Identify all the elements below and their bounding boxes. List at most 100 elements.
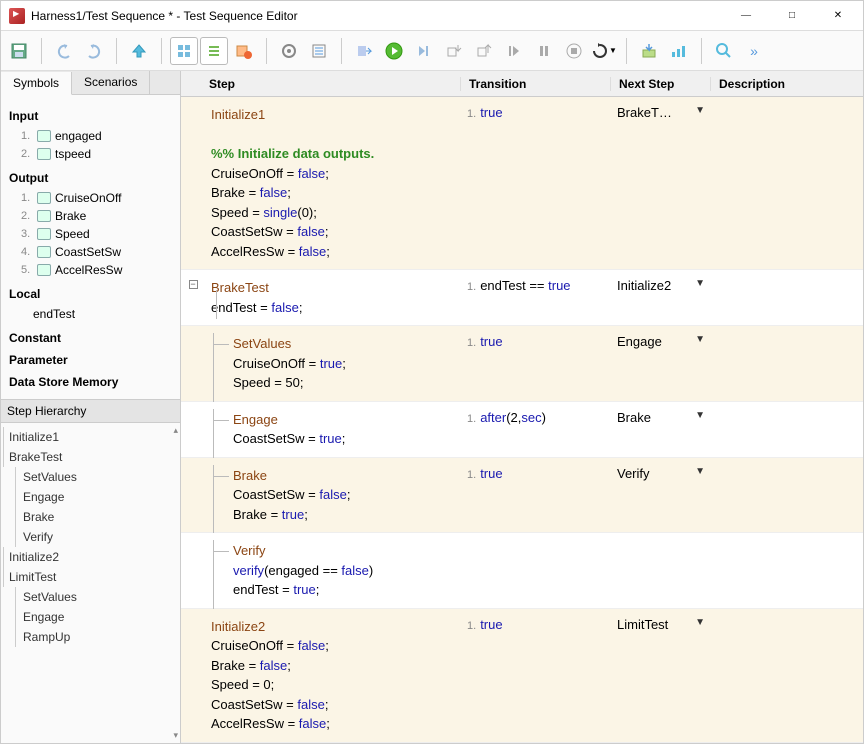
view-list-button[interactable]: [200, 37, 228, 65]
chevron-down-icon[interactable]: ▼: [695, 466, 705, 477]
step-row-setvalues[interactable]: SetValues CruiseOnOff = true; Speed = 50…: [181, 326, 863, 402]
hier-item[interactable]: Engage: [1, 607, 180, 627]
hier-item[interactable]: SetValues: [1, 587, 180, 607]
step-code[interactable]: Initialize2 CruiseOnOff = false; Brake =…: [205, 615, 461, 736]
col-step[interactable]: Step: [181, 77, 461, 91]
chevron-down-icon[interactable]: ▼: [695, 334, 705, 345]
left-tabs: Symbols Scenarios: [1, 71, 180, 95]
more-button[interactable]: »: [740, 37, 768, 65]
hier-item[interactable]: LimitTest: [1, 567, 180, 587]
run-button[interactable]: [380, 37, 408, 65]
continue-button[interactable]: [500, 37, 528, 65]
step-code[interactable]: Engage CoastSetSw = true;: [205, 408, 461, 451]
build-button[interactable]: [350, 37, 378, 65]
step-row-initialize1[interactable]: Initialize1 %% Initialize data outputs. …: [181, 97, 863, 270]
next-step-cell[interactable]: BrakeT…▼: [611, 103, 711, 263]
assessment-button[interactable]: [230, 37, 258, 65]
step-code[interactable]: BrakeTest endTest = false;: [205, 276, 461, 319]
left-panel: Symbols Scenarios Input 1.engaged 2.tspe…: [1, 71, 181, 743]
hier-item[interactable]: RampUp: [1, 627, 180, 647]
pause-button[interactable]: [530, 37, 558, 65]
tab-scenarios[interactable]: Scenarios: [72, 71, 150, 94]
tab-symbols[interactable]: Symbols: [1, 72, 72, 95]
symbols-panel: Input 1.engaged 2.tspeed Output 1.Cruise…: [1, 95, 180, 399]
step-code[interactable]: Verify verify(engaged == false) endTest …: [205, 539, 461, 602]
minimize-button[interactable]: —: [723, 1, 769, 31]
step-in-button[interactable]: [440, 37, 468, 65]
fast-restart-button[interactable]: ▼: [590, 37, 618, 65]
next-step-cell[interactable]: LimitTest▼: [611, 615, 711, 736]
output-item[interactable]: 5.AccelResSw: [9, 261, 172, 279]
chevron-down-icon[interactable]: ▼: [695, 278, 705, 289]
maximize-button[interactable]: □: [769, 1, 815, 31]
collapse-icon[interactable]: −: [189, 280, 198, 289]
window-title: Harness1/Test Sequence * - Test Sequence…: [31, 9, 723, 23]
next-step-cell[interactable]: Engage▼: [611, 332, 711, 395]
transition-cell[interactable]: 1.true: [461, 332, 611, 395]
step-out-button[interactable]: [470, 37, 498, 65]
data-icon: [37, 246, 51, 258]
close-button[interactable]: ✕: [815, 1, 861, 31]
parameter-header: Parameter: [9, 353, 172, 367]
hier-item[interactable]: Initialize2: [1, 547, 180, 567]
output-item[interactable]: 1.CruiseOnOff: [9, 189, 172, 207]
hier-item[interactable]: Brake: [1, 507, 180, 527]
next-step-cell[interactable]: Initialize2▼: [611, 276, 711, 319]
next-step-cell[interactable]: Brake▼: [611, 408, 711, 451]
steps-body: Initialize1 %% Initialize data outputs. …: [181, 97, 863, 743]
step-row-braketest[interactable]: − BrakeTest endTest = false; 1.endTest =…: [181, 270, 863, 326]
data-inspector-button[interactable]: [665, 37, 693, 65]
step-row-initialize2[interactable]: Initialize2 CruiseOnOff = false; Brake =…: [181, 609, 863, 743]
chevron-down-icon[interactable]: ▼: [695, 410, 705, 421]
output-item[interactable]: 4.CoastSetSw: [9, 243, 172, 261]
step-code[interactable]: SetValues CruiseOnOff = true; Speed = 50…: [205, 332, 461, 395]
input-header: Input: [9, 109, 172, 123]
stop-button[interactable]: [560, 37, 588, 65]
import-button[interactable]: [635, 37, 663, 65]
transition-cell[interactable]: 1.after(2,sec): [461, 408, 611, 451]
scrollbar[interactable]: ▴▾: [173, 425, 178, 741]
toolbar: ▼ »: [1, 31, 863, 71]
app-icon: [9, 8, 25, 24]
transition-cell[interactable]: 1.true: [461, 464, 611, 527]
search-button[interactable]: [710, 37, 738, 65]
step-row-verify[interactable]: Verify verify(engaged == false) endTest …: [181, 533, 863, 609]
local-item[interactable]: endTest: [9, 305, 172, 323]
col-next[interactable]: Next Step: [611, 77, 711, 91]
step-row-limittest[interactable]: − LimitTest: [181, 743, 863, 744]
settings-button[interactable]: [275, 37, 303, 65]
step-row-engage[interactable]: Engage CoastSetSw = true; 1.after(2,sec)…: [181, 402, 863, 458]
hier-item[interactable]: SetValues: [1, 467, 180, 487]
transition-cell[interactable]: 1.true: [461, 103, 611, 263]
up-arrow-button[interactable]: [125, 37, 153, 65]
data-icon: [37, 210, 51, 222]
properties-button[interactable]: [305, 37, 333, 65]
redo-button[interactable]: [80, 37, 108, 65]
output-item[interactable]: 2.Brake: [9, 207, 172, 225]
output-item[interactable]: 3.Speed: [9, 225, 172, 243]
col-description[interactable]: Description: [711, 77, 863, 91]
hier-item[interactable]: Engage: [1, 487, 180, 507]
step-code[interactable]: Initialize1 %% Initialize data outputs. …: [205, 103, 461, 263]
step-row-brake[interactable]: Brake CoastSetSw = false; Brake = true; …: [181, 458, 863, 534]
input-item[interactable]: 2.tspeed: [9, 145, 172, 163]
transition-cell[interactable]: 1.endTest == true: [461, 276, 611, 319]
view-steps-button[interactable]: [170, 37, 198, 65]
hier-item[interactable]: BrakeTest: [1, 447, 180, 467]
local-header: Local: [9, 287, 172, 301]
col-transition[interactable]: Transition: [461, 77, 611, 91]
undo-button[interactable]: [50, 37, 78, 65]
hier-item[interactable]: Verify: [1, 527, 180, 547]
step-forward-button[interactable]: [410, 37, 438, 65]
transition-cell[interactable]: 1.true: [461, 615, 611, 736]
chevron-down-icon[interactable]: ▼: [695, 617, 705, 628]
input-item[interactable]: 1.engaged: [9, 127, 172, 145]
save-button[interactable]: [5, 37, 33, 65]
hier-item[interactable]: Initialize1: [1, 427, 180, 447]
hierarchy-panel: Initialize1 BrakeTest SetValues Engage B…: [1, 423, 180, 743]
hierarchy-header: Step Hierarchy: [1, 399, 180, 423]
data-icon: [37, 228, 51, 240]
step-code[interactable]: Brake CoastSetSw = false; Brake = true;: [205, 464, 461, 527]
next-step-cell[interactable]: Verify▼: [611, 464, 711, 527]
chevron-down-icon[interactable]: ▼: [695, 105, 705, 116]
